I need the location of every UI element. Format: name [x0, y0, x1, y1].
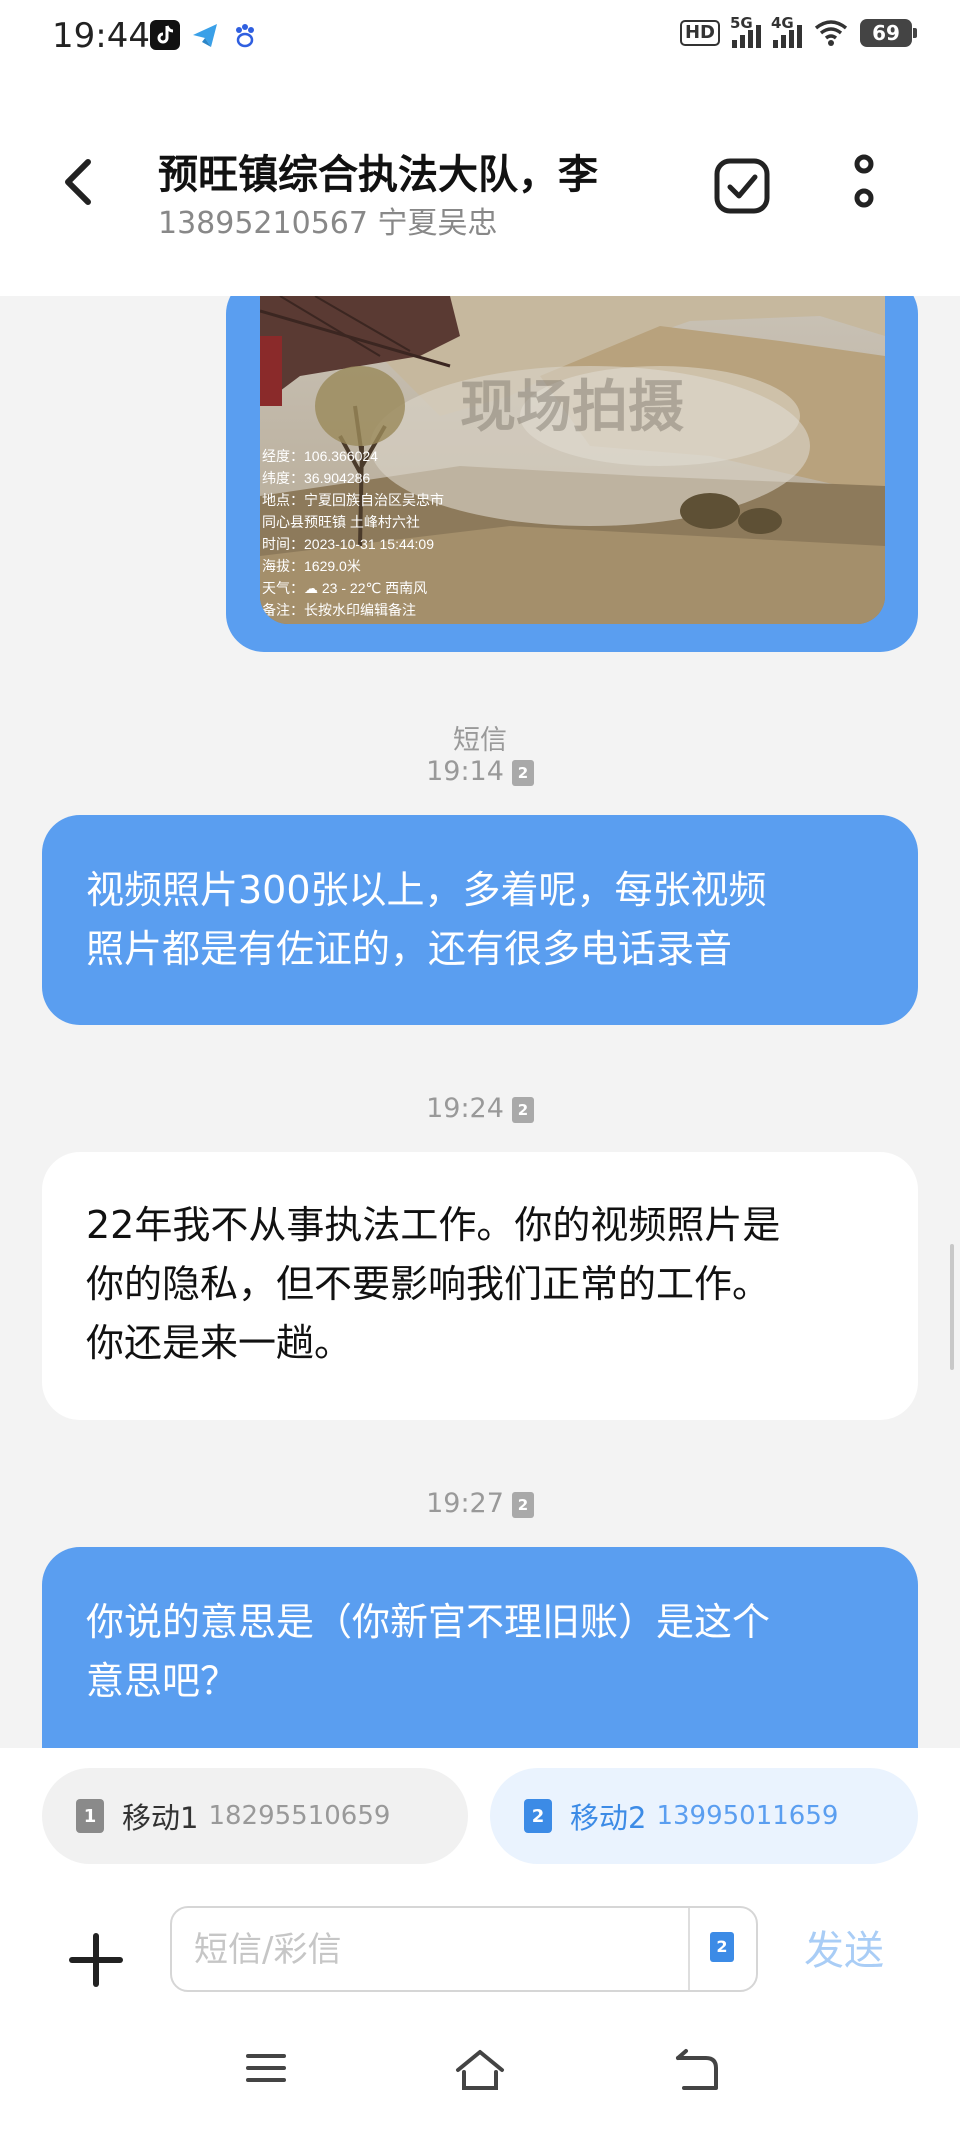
composer-panel: 1 移动1 18295510659 2 移动2 13995011659 2 发送	[0, 1748, 960, 2133]
sim-2-name: 移动2	[570, 1801, 647, 1835]
sim-2-icon: 2	[511, 759, 534, 786]
scrollbar[interactable]	[950, 1244, 954, 1370]
timestamp: 19:24 2	[0, 1093, 960, 1124]
message-type-label: 短信	[453, 725, 507, 756]
sim-2-number: 13995011659	[656, 1801, 839, 1831]
more-options-icon[interactable]	[844, 152, 884, 222]
menu-nav-icon[interactable]	[244, 2048, 288, 2088]
baidu-paw-icon	[230, 20, 260, 50]
back-nav-icon[interactable]	[672, 2048, 720, 2092]
battery-icon: 69	[860, 19, 917, 47]
message-text-line: 照片都是有佐证的，还有很多电话录音	[86, 927, 733, 971]
photo-watermark: 现场拍摄	[460, 377, 684, 439]
outgoing-message-bubble[interactable]: 你说的意思是（你新官不理旧账）是这个 意思吧？	[42, 1547, 918, 1748]
input-divider	[688, 1908, 690, 1990]
multi-select-checkbox-icon[interactable]	[712, 156, 772, 216]
status-time: 19:44	[52, 16, 150, 56]
message-text-line: 视频照片300张以上，多着呢，每张视频	[86, 868, 767, 912]
contact-title[interactable]: 预旺镇综合执法大队，李	[158, 142, 598, 200]
wifi-icon	[814, 20, 848, 46]
sim-card-1-icon: 1	[76, 1799, 104, 1833]
message-text-line: 22年我不从事执法工作。你的视频照片是	[86, 1203, 781, 1247]
timestamp-time: 19:27	[426, 1488, 504, 1519]
sim-2-icon: 2	[511, 1096, 534, 1123]
sim-1-name: 移动1	[122, 1801, 199, 1835]
sim-1-selector[interactable]: 1 移动1 18295510659	[42, 1768, 468, 1864]
message-input[interactable]	[192, 1908, 636, 1992]
paper-plane-icon	[190, 20, 220, 50]
home-nav-icon[interactable]	[454, 2048, 506, 2092]
hd-voice-icon: HD	[679, 20, 720, 46]
sim-2-selector[interactable]: 2 移动2 13995011659	[490, 1768, 918, 1864]
photo-overlay-line: 时间：2023-10-31 15:44:09	[262, 536, 434, 552]
back-arrow-icon[interactable]	[50, 152, 110, 212]
photo-overlay-line: 同心县预旺镇 土峰村六社	[262, 514, 420, 530]
sim-2-icon: 2	[511, 1491, 534, 1518]
tiktok-icon	[150, 20, 180, 50]
timestamp: 19:14 2	[0, 756, 960, 787]
conversation-header: 预旺镇综合执法大队，李 13895210567 宁夏吴忠	[0, 72, 960, 296]
photo-overlay-line: 经度：106.366024	[262, 448, 378, 464]
timestamp: 19:27 2	[0, 1488, 960, 1519]
add-attachment-plus-icon[interactable]	[66, 1930, 126, 1990]
photo-overlay-line: 地点：宁夏回族自治区吴忠市	[262, 492, 444, 508]
timestamp-time: 19:24	[426, 1093, 504, 1124]
sim-card-2-icon: 2	[524, 1799, 552, 1833]
sim-1-number: 18295510659	[208, 1801, 391, 1831]
send-button[interactable]: 发送	[804, 1918, 884, 1976]
message-list[interactable]: 现场拍摄 经度：106.366024 纬度：36.904286 地点：宁夏回族自…	[0, 296, 960, 1748]
message-text-line: 意思吧？	[86, 1659, 239, 1703]
sim-switch-icon[interactable]: 2	[710, 1932, 734, 1962]
message-text-line: 你的隐私，但不要影响我们正常的工作。	[86, 1262, 771, 1306]
photo-overlay-line: 纬度：36.904286	[262, 470, 370, 486]
photo-overlay-line: 海拔：1629.0米	[262, 558, 361, 574]
timestamp-time: 19:14	[426, 756, 504, 787]
message-text-line: 你说的意思是（你新官不理旧账）是这个	[86, 1600, 771, 1644]
status-indicators: HD 5G 4G 69	[679, 14, 917, 48]
signal-5g-icon: 5G	[730, 14, 761, 48]
contact-subtitle: 13895210567 宁夏吴忠	[158, 206, 498, 241]
photo-overlay-line: 天气：☁ 23 - 22℃ 西南风	[262, 580, 427, 596]
signal-4g-icon: 4G	[771, 14, 802, 48]
message-input-box: 2	[170, 1906, 758, 1992]
site-photo-image[interactable]: 现场拍摄 经度：106.366024 纬度：36.904286 地点：宁夏回族自…	[260, 296, 885, 624]
outgoing-message-bubble[interactable]: 视频照片300张以上，多着呢，每张视频 照片都是有佐证的，还有很多电话录音	[42, 815, 918, 1025]
incoming-message-bubble[interactable]: 22年我不从事执法工作。你的视频照片是 你的隐私，但不要影响我们正常的工作。 你…	[42, 1152, 918, 1420]
message-text-line: 你还是来一趟。	[86, 1321, 353, 1365]
status-bar: 19:44 HD 5G 4G 69	[0, 0, 960, 72]
photo-overlay-line: 备注：长按水印编辑备注	[262, 602, 416, 618]
